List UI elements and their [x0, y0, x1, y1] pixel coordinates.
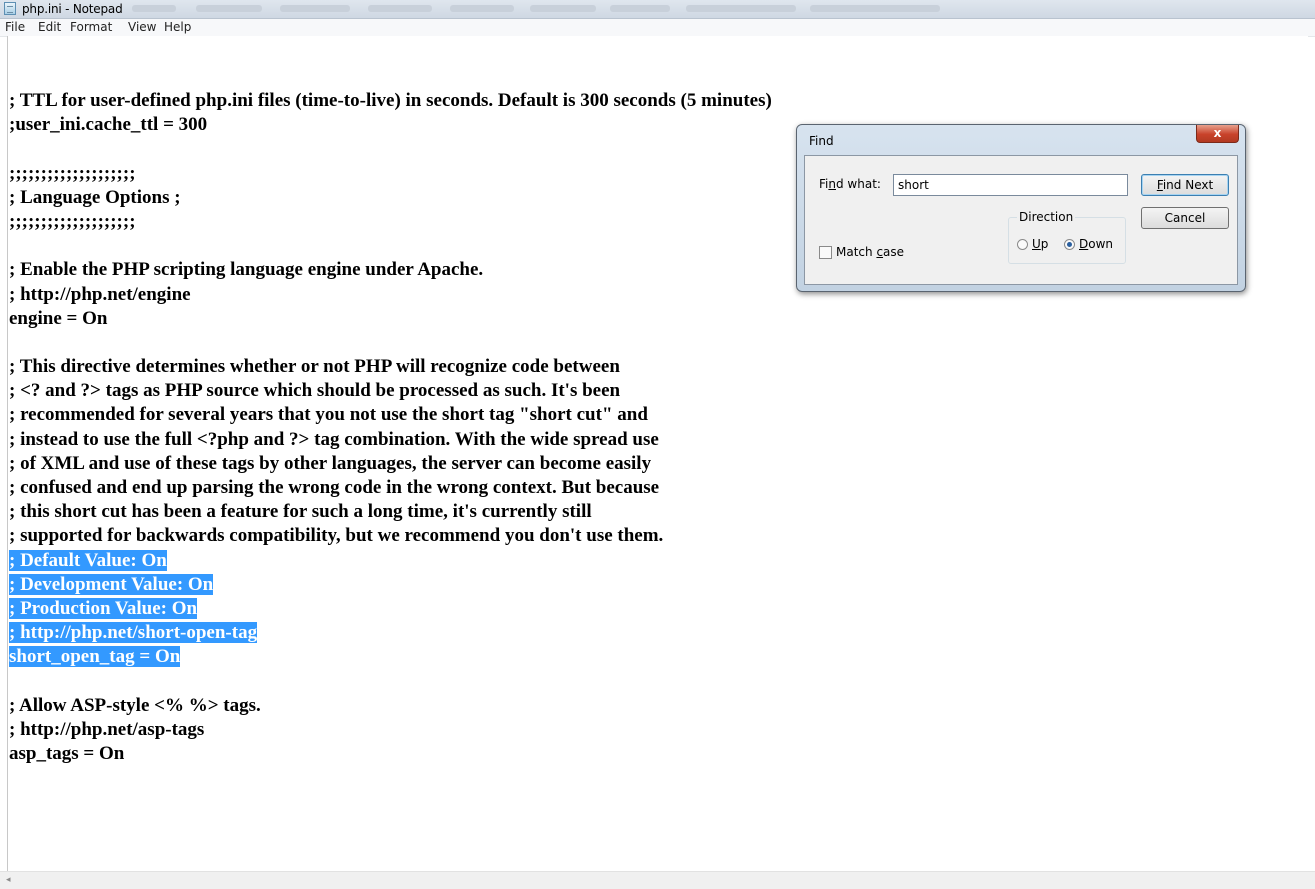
editor-line[interactable]: ; Default Value: On	[9, 549, 772, 573]
taskbar-blur-item	[450, 5, 514, 12]
direction-down-label[interactable]: Down	[1079, 237, 1113, 251]
editor-line[interactable]: ; recommended for several years that you…	[9, 403, 772, 427]
editor-line-text: ; Language Options ;	[9, 186, 181, 208]
editor-line[interactable]	[9, 234, 772, 258]
editor-line[interactable]: ; confused and end up parsing the wrong …	[9, 476, 772, 500]
direction-up-radio[interactable]	[1017, 239, 1028, 250]
editor-line-text: ; Enable the PHP scripting language engi…	[9, 259, 484, 281]
editor-line[interactable]: ;;;;;;;;;;;;;;;;;;;;	[9, 162, 772, 186]
direction-group: Direction Up Down	[1008, 210, 1126, 264]
taskbar-blur-item	[196, 5, 262, 12]
menu-edit[interactable]: Edit	[38, 20, 61, 34]
editor-line[interactable]: ; of XML and use of these tags by other …	[9, 452, 772, 476]
editor-line[interactable]: ; This directive determines whether or n…	[9, 355, 772, 379]
taskbar-blur-item	[610, 5, 670, 12]
editor-line[interactable]: ; supported for backwards compatibility,…	[9, 524, 772, 548]
taskbar-blur-item	[132, 5, 176, 12]
editor-line[interactable]: asp_tags = On	[9, 742, 772, 766]
editor-line[interactable]: ; instead to use the full <?php and ?> t…	[9, 428, 772, 452]
editor-line-text: ; instead to use the full <?php and ?> t…	[9, 428, 659, 450]
editor-line-text: ;user_ini.cache_ttl = 300	[9, 114, 208, 136]
editor-line-text: ; supported for backwards compatibility,…	[9, 525, 664, 547]
editor-line-text: ; http://php.net/short-open-tag	[9, 622, 258, 644]
editor-line-text: ; Production Value: On	[9, 597, 198, 619]
find-what-label: Find what:	[819, 177, 881, 191]
direction-up-label[interactable]: Up	[1032, 237, 1048, 251]
editor-line-text: ; Default Value: On	[9, 549, 167, 571]
editor-line-text: engine = On	[9, 307, 108, 329]
cancel-button[interactable]: Cancel	[1141, 207, 1229, 229]
editor-line[interactable]: ; Development Value: On	[9, 573, 772, 597]
taskbar-blur-item	[280, 5, 350, 12]
find-what-input[interactable]	[893, 174, 1128, 196]
editor-line[interactable]: ; Allow ASP-style <% %> tags.	[9, 694, 772, 718]
editor-line[interactable]	[9, 331, 772, 355]
editor-line[interactable]: ;;;;;;;;;;;;;;;;;;;;	[9, 210, 772, 234]
menu-bar: File Edit Format View Help	[0, 19, 1315, 37]
editor-line-text: ; of XML and use of these tags by other …	[9, 452, 652, 474]
editor-line-text: ; http://php.net/engine	[9, 283, 191, 305]
horizontal-scrollbar[interactable]: ◂	[0, 871, 1315, 889]
find-dialog: Find x Find what: Find Next Cancel Direc…	[796, 124, 1246, 292]
editor-line-text: ; This directive determines whether or n…	[9, 356, 620, 378]
editor-line-text: ; Allow ASP-style <% %> tags.	[9, 694, 261, 716]
taskbar-blur-item	[810, 5, 940, 12]
taskbar-blur-item	[368, 5, 432, 12]
match-case-label[interactable]: Match case	[836, 245, 904, 259]
editor-line[interactable]: ; Production Value: On	[9, 597, 772, 621]
close-icon[interactable]: x	[1196, 125, 1239, 143]
editor-line-text: ; http://php.net/asp-tags	[9, 718, 205, 740]
editor-line-text: ; this short cut has been a feature for …	[9, 501, 592, 523]
find-next-button[interactable]: Find Next	[1141, 174, 1229, 196]
window-title: php.ini - Notepad	[22, 2, 123, 16]
editor-line[interactable]: ; Enable the PHP scripting language engi…	[9, 258, 772, 282]
editor-line-text: ; Development Value: On	[9, 573, 214, 595]
editor-line-text: asp_tags = On	[9, 743, 125, 765]
title-bar: php.ini - Notepad	[0, 0, 1315, 19]
editor-line[interactable]	[9, 137, 772, 161]
find-dialog-title: Find	[809, 134, 834, 148]
menu-format[interactable]: Format	[70, 20, 112, 34]
editor-line-text: ; confused and end up parsing the wrong …	[9, 477, 660, 498]
scroll-left-arrow-icon[interactable]: ◂	[6, 875, 11, 885]
direction-label: Direction	[1017, 210, 1076, 224]
taskbar-blur-item	[530, 5, 596, 12]
editor-line[interactable]: engine = On	[9, 307, 772, 331]
menu-file[interactable]: File	[5, 20, 25, 34]
editor-line-text: ; recommended for several years that you…	[9, 404, 648, 426]
notepad-icon	[4, 2, 16, 15]
editor-line-text: short_open_tag = On	[9, 646, 181, 668]
editor-line-text: ;;;;;;;;;;;;;;;;;;;;	[9, 162, 136, 184]
find-dialog-body: Find what: Find Next Cancel Direction Up…	[804, 155, 1238, 285]
editor-line-text: ; <? and ?> tags as PHP source which sho…	[9, 380, 621, 402]
editor-line-text: ; TTL for user-defined php.ini files (ti…	[9, 90, 772, 111]
taskbar-blur-item	[686, 5, 796, 12]
editor-line[interactable]: ; <? and ?> tags as PHP source which sho…	[9, 379, 772, 403]
editor-line[interactable]: ; http://php.net/engine	[9, 283, 772, 307]
editor-line-text: ;;;;;;;;;;;;;;;;;;;;	[9, 210, 136, 232]
editor-line[interactable]: ;user_ini.cache_ttl = 300	[9, 113, 772, 137]
editor-lines[interactable]: ; TTL for user-defined php.ini files (ti…	[9, 89, 772, 766]
editor-line[interactable]: ; Language Options ;	[9, 186, 772, 210]
editor-line[interactable]	[9, 670, 772, 694]
editor-line[interactable]: short_open_tag = On	[9, 645, 772, 669]
editor-line[interactable]: ; http://php.net/short-open-tag	[9, 621, 772, 645]
match-case-checkbox[interactable]	[819, 246, 832, 259]
menu-help[interactable]: Help	[164, 20, 191, 34]
editor-line[interactable]: ; this short cut has been a feature for …	[9, 500, 772, 524]
menu-view[interactable]: View	[128, 20, 156, 34]
editor-line[interactable]: ; http://php.net/asp-tags	[9, 718, 772, 742]
direction-down-radio[interactable]	[1064, 239, 1075, 250]
editor-line[interactable]: ; TTL for user-defined php.ini files (ti…	[9, 89, 772, 113]
